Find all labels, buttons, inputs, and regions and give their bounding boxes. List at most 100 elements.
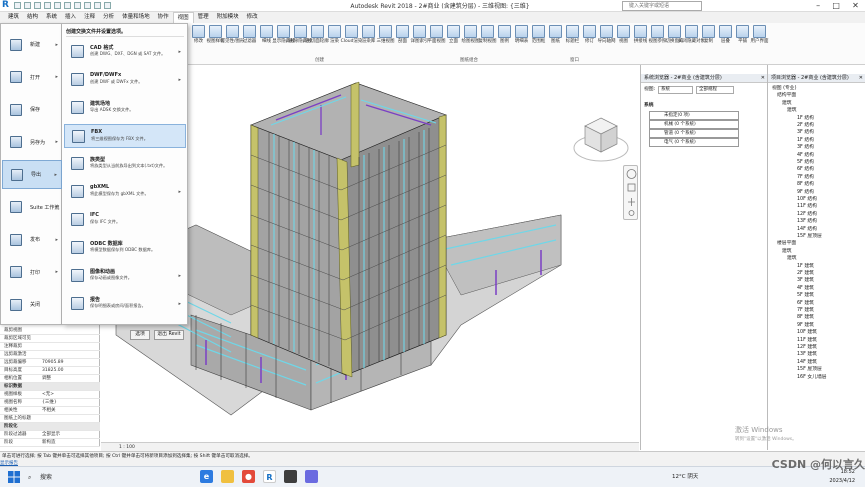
tree-leaf-view[interactable]: 3F 结构 xyxy=(797,129,814,136)
browser-icon[interactable]: ● xyxy=(242,470,255,483)
tree-node[interactable]: 建筑 xyxy=(782,100,792,107)
ribbon-button[interactable]: 视图 xyxy=(615,23,632,57)
system-row[interactable]: 电气 (0 个系统) xyxy=(649,138,739,147)
ribbon-button[interactable]: 可见性/图形 xyxy=(220,23,245,57)
ribbon-button[interactable]: 绘图视图 xyxy=(462,23,480,57)
maximize-button[interactable]: □ xyxy=(832,0,840,12)
close-button[interactable]: ✕ xyxy=(852,0,859,12)
export-option[interactable]: gbXML 将此模型保存为 gbXML 文件。 ▸ xyxy=(64,180,186,204)
app-menu-item[interactable]: 打开 ▸ xyxy=(2,63,62,92)
edge-icon[interactable]: e xyxy=(200,470,213,483)
view-scale[interactable]: 1 : 100 xyxy=(119,445,135,450)
tree-leaf-view[interactable]: 7F 建筑 xyxy=(797,307,814,314)
property-row[interactable]: 裁剪区域可见 xyxy=(0,335,100,343)
property-row[interactable]: 图纸上的标题 xyxy=(0,415,100,423)
app-menu-item[interactable]: 保存 xyxy=(2,95,62,124)
terminal-icon[interactable] xyxy=(284,470,297,483)
view-select[interactable]: 系统 xyxy=(658,86,693,94)
tab-10[interactable]: 附加模块 xyxy=(213,12,243,23)
ribbon-button[interactable]: 三维视图 xyxy=(377,23,395,57)
export-option[interactable]: DWF/DWFx 创建 DWF 或 DWFx 文件。 ▸ xyxy=(64,68,186,92)
export-option[interactable]: ODBC 数据库 将模型数据保存到 ODBC 数据库。 xyxy=(64,236,186,260)
tree-leaf-view[interactable]: 15F 屋顶层 xyxy=(797,233,822,240)
text-icon[interactable] xyxy=(84,2,91,9)
close-icon[interactable]: ✕ xyxy=(859,74,863,83)
ribbon-button[interactable]: 详图索引 xyxy=(411,23,429,57)
tree-leaf-view[interactable]: 5F 建筑 xyxy=(797,292,814,299)
tab-7[interactable]: 协作 xyxy=(154,12,173,23)
ribbon-button[interactable]: 平铺 xyxy=(734,23,751,57)
windows-start-icon[interactable] xyxy=(8,471,20,483)
export-option[interactable]: 族类型 将族类型从当前族导出到文本(.txt)文件。 xyxy=(64,152,186,176)
weather-widget[interactable]: 12°C 阴天 xyxy=(672,472,712,482)
tree-leaf-view[interactable]: 6F 建筑 xyxy=(797,300,814,307)
tree-node[interactable]: 建筑 xyxy=(787,255,797,262)
ribbon-button[interactable]: 视图参照 xyxy=(649,23,667,57)
app-menu-item[interactable]: 新建 ▸ xyxy=(2,30,62,59)
tab-9[interactable]: 管理 xyxy=(194,12,213,23)
property-row[interactable]: 阶段过滤器 全部显示 xyxy=(0,431,100,439)
app-icon[interactable] xyxy=(305,470,318,483)
undo-icon[interactable] xyxy=(44,2,51,9)
tree-leaf-view[interactable]: 6F 结构 xyxy=(797,166,814,173)
tree-leaf-view[interactable]: 4F 结构 xyxy=(797,152,814,159)
tree-leaf-view[interactable]: 9F 建筑 xyxy=(797,322,814,329)
system-row[interactable]: 机械 (0 个系统) xyxy=(649,120,739,129)
property-row[interactable]: 相关性 不相关 xyxy=(0,407,100,415)
property-row[interactable]: 标识数据 xyxy=(0,383,100,391)
property-row[interactable]: 远剪裁激活 xyxy=(0,351,100,359)
ribbon-button[interactable]: 修改 xyxy=(190,23,207,57)
ribbon-button[interactable]: 图纸 xyxy=(547,23,564,57)
property-row[interactable]: 目标高度 31825.00 xyxy=(0,367,100,375)
property-row[interactable]: 远剪裁偏移 70905.89 xyxy=(0,359,100,367)
file-explorer-icon[interactable] xyxy=(221,470,234,483)
ribbon-button[interactable]: 图例 xyxy=(496,23,513,57)
tab-4[interactable]: 注释 xyxy=(80,12,99,23)
property-row[interactable]: 裁剪视图 xyxy=(0,327,100,335)
ribbon-button[interactable]: 拼接线 xyxy=(632,23,649,57)
ribbon-button[interactable]: 过滤器 xyxy=(241,23,258,57)
export-option[interactable]: FBX 将三维视图保存为 FBX 文件。 xyxy=(64,124,186,148)
ribbon-button[interactable]: 平面视图 xyxy=(428,23,446,57)
ribbon-button[interactable]: 复制 xyxy=(700,23,717,57)
redo-icon[interactable] xyxy=(54,2,61,9)
tab-8[interactable]: 视图 xyxy=(172,11,194,24)
tab-0[interactable]: 建筑 xyxy=(4,12,23,23)
tree-leaf-view[interactable]: 13F 结构 xyxy=(797,218,817,225)
tree-leaf-view[interactable]: 9F 结构 xyxy=(797,189,814,196)
tree-leaf-view[interactable]: 14F 结构 xyxy=(797,226,817,233)
app-menu-item[interactable]: 打印 ▸ xyxy=(2,258,62,287)
tree-leaf-view[interactable]: 1F 结构 xyxy=(797,115,814,122)
ribbon-button[interactable]: 标题栏 xyxy=(564,23,581,57)
tab-5[interactable]: 分析 xyxy=(99,12,118,23)
tree-leaf-view[interactable]: 3F 建筑 xyxy=(797,277,814,284)
ribbon-button[interactable]: 层叠 xyxy=(717,23,734,57)
tree-leaf-view[interactable]: 2F 建筑 xyxy=(797,270,814,277)
tree-node[interactable]: 楼层平面 xyxy=(777,240,796,247)
tab-6[interactable]: 体量和场地 xyxy=(118,12,154,23)
tree-leaf-view[interactable]: 2F 结构 xyxy=(797,122,814,129)
open-icon[interactable] xyxy=(14,2,21,9)
search-input[interactable]: 键入关键字或短语 xyxy=(622,1,702,11)
system-row[interactable]: 管道 (0 个系统) xyxy=(649,129,739,138)
export-option[interactable]: IFC 保存 IFC 文件。 xyxy=(64,208,186,232)
tree-leaf-view[interactable]: 3F 结构 xyxy=(797,144,814,151)
tab-3[interactable]: 插入 xyxy=(61,12,80,23)
options-button[interactable]: 选项 xyxy=(130,330,150,340)
measure-icon[interactable] xyxy=(74,2,81,9)
tree-leaf-view[interactable]: 11F 建筑 xyxy=(797,337,817,344)
ribbon-button[interactable]: 复制视图 xyxy=(479,23,497,57)
navigation-bar[interactable] xyxy=(623,165,638,220)
app-menu-item[interactable]: Suite 工作流 ▸ xyxy=(2,193,62,222)
ribbon-button[interactable]: 立面 xyxy=(445,23,462,57)
tree-node[interactable]: 建筑 xyxy=(782,248,792,255)
tree-leaf-view[interactable]: 16F 女儿墙层 xyxy=(797,374,827,381)
ribbon-button[interactable]: 用户界面 xyxy=(751,23,769,57)
section-icon[interactable] xyxy=(104,2,111,9)
tree-leaf-view[interactable]: 1F 结构 xyxy=(797,137,814,144)
minimize-button[interactable]: – xyxy=(816,0,820,12)
ribbon-button[interactable]: 渲染库 xyxy=(360,23,377,57)
ribbon-button[interactable]: 剖切面轮廓 xyxy=(306,23,329,57)
export-option[interactable]: 报告 保存明细表或房间/面积报告。 ▸ xyxy=(64,292,186,316)
export-option[interactable]: 图像和动画 保存动画或图像文件。 ▸ xyxy=(64,264,186,288)
